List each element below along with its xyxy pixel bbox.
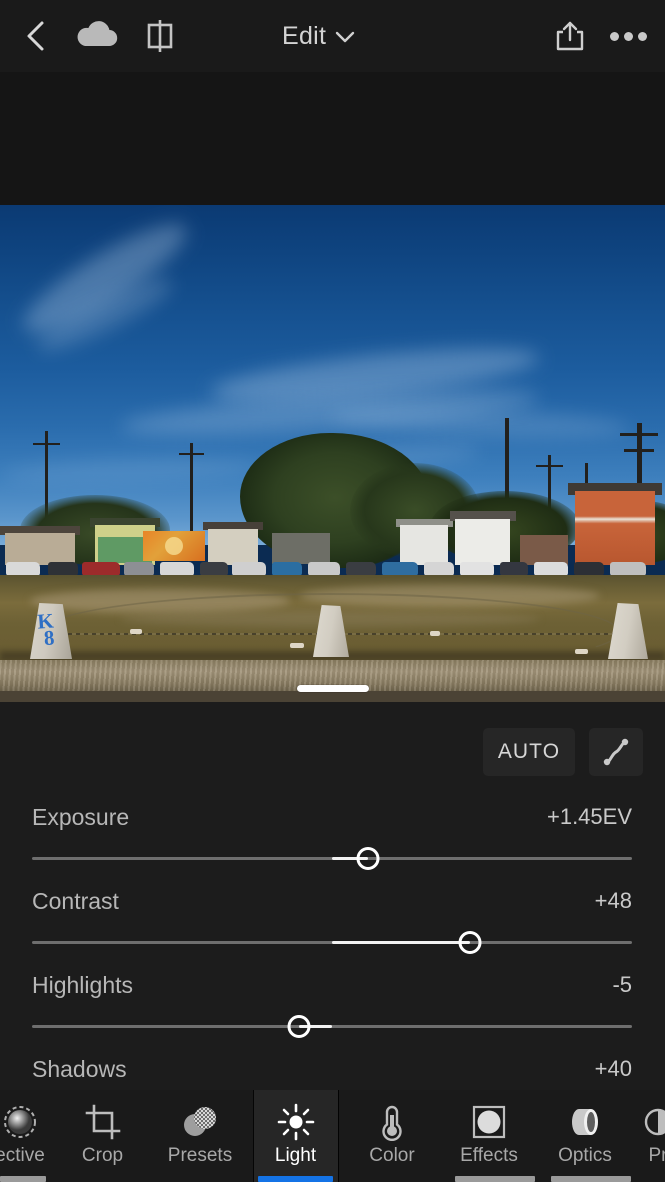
selective-edit-icon [0, 1102, 40, 1142]
slider-row-contrast: Contrast +48 [0, 888, 665, 972]
lightroom-edit-screen: Edit K 8 AUTO Exposure +1.45EV Contrast … [0, 0, 665, 1182]
chevron-down-icon [336, 31, 355, 42]
more-options-icon [609, 31, 647, 41]
slider-value: +1.45EV [546, 804, 632, 829]
toolbar-scroll-hint-bar [551, 1176, 631, 1182]
tool-optics-tab[interactable]: Optics [540, 1090, 630, 1182]
top-toolbar: Edit [0, 0, 665, 72]
tool-pr-tab[interactable]: Pr [638, 1090, 665, 1182]
tool-crop-tab[interactable]: Crop [60, 1090, 145, 1182]
slider-control[interactable] [32, 847, 632, 870]
curb-edge [0, 691, 665, 702]
slider-value: +40 [594, 1056, 632, 1081]
more-options-button[interactable] [605, 14, 651, 58]
tool-label: Light [274, 1145, 317, 1166]
edit-tools-toolbar: ective Crop Presets Light Color Effects Optics… [0, 1090, 665, 1182]
share-button[interactable] [548, 14, 592, 58]
slider-label: Shadows [32, 1056, 127, 1082]
slider-label: Highlights [32, 972, 133, 998]
panel-action-buttons: AUTO [483, 728, 643, 776]
tool-label: Effects [460, 1145, 518, 1166]
slider-row-exposure: Exposure +1.45EV [0, 804, 665, 888]
effects-vignette-icon [471, 1102, 507, 1142]
slider-header: Shadows +40 [0, 1056, 665, 1094]
tool-light-tab[interactable]: Light [253, 1090, 338, 1182]
slider-label: Exposure [32, 804, 130, 830]
slider-control[interactable] [32, 931, 632, 954]
active-tab-underline [258, 1176, 333, 1182]
slider-control[interactable] [32, 1015, 632, 1038]
photo-canvas[interactable]: K 8 [0, 205, 665, 702]
before-after-compare-button[interactable] [136, 14, 184, 58]
photo-resize-handle[interactable] [297, 685, 369, 692]
tool-label: ective [0, 1145, 45, 1166]
slider-label: Contrast [32, 888, 119, 914]
before-after-compare-icon [147, 20, 173, 52]
slider-track[interactable] [32, 1025, 632, 1028]
auto-button[interactable]: AUTO [483, 728, 575, 776]
tool-color-tab[interactable]: Color [348, 1090, 436, 1182]
tone-curve-icon [603, 738, 629, 766]
light-sun-icon [277, 1102, 315, 1142]
tool-label: Color [369, 1145, 415, 1166]
slider-header: Exposure +1.45EV [0, 804, 665, 842]
edited-photo: K 8 [0, 205, 665, 702]
toolbar-scroll-hint-bar [0, 1176, 46, 1182]
optics-lens-icon [565, 1102, 605, 1142]
slider-knob[interactable] [458, 931, 482, 954]
toolbar-separator [338, 1090, 339, 1182]
slider-knob[interactable] [287, 1015, 311, 1038]
slider-header: Highlights -5 [0, 972, 665, 1010]
light-adjust-panel: AUTO Exposure +1.45EV Contrast +48 Highlight… [0, 702, 665, 1122]
cloud-sync-icon [77, 21, 118, 47]
tool-label: Crop [81, 1145, 124, 1166]
presets-icon [181, 1102, 219, 1142]
cloud-sync-button[interactable] [70, 14, 124, 58]
chevron-left-icon [27, 21, 44, 51]
tool-effects-tab[interactable]: Effects [444, 1090, 534, 1182]
tool-label: Optics [558, 1145, 612, 1166]
tool-label: Pr [648, 1145, 665, 1166]
profile-icon [641, 1102, 665, 1142]
tone-curve-button[interactable] [589, 728, 643, 776]
photo-letterbox-top [0, 72, 665, 205]
toolbar-scroll-hint-bar [455, 1176, 535, 1182]
edit-mode-title-button[interactable]: Edit [282, 14, 355, 58]
back-button[interactable] [14, 14, 58, 58]
slider-value: -5 [612, 972, 632, 997]
share-export-icon [556, 21, 584, 51]
slider-knob[interactable] [356, 847, 380, 870]
page-title: Edit [282, 21, 327, 50]
slider-row-highlights: Highlights -5 [0, 972, 665, 1056]
slider-header: Contrast +48 [0, 888, 665, 926]
color-thermometer-icon [377, 1102, 407, 1142]
crop-icon [85, 1102, 121, 1142]
slider-fill [332, 941, 470, 944]
tool-label: Presets [167, 1145, 233, 1166]
auto-button-label: AUTO [497, 740, 561, 763]
tool-presets-tab[interactable]: Presets [150, 1090, 250, 1182]
toolbar-separator [253, 1090, 254, 1182]
slider-value: +48 [594, 888, 632, 913]
